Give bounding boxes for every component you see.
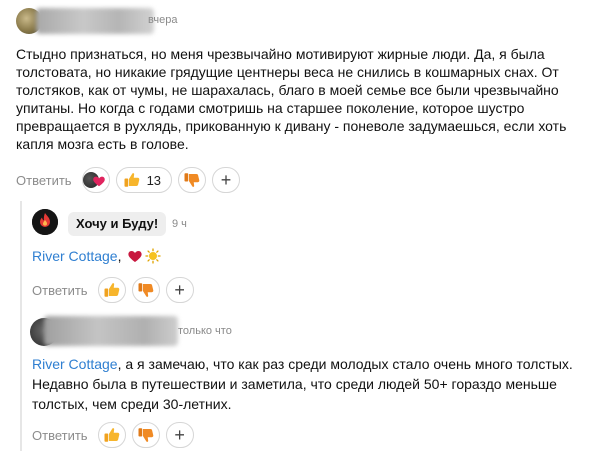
- heart-icon: [92, 176, 105, 187]
- mention-link[interactable]: River Cottage: [32, 356, 118, 372]
- thumbs-up-icon: [104, 283, 119, 297]
- sun-icon: [145, 248, 162, 264]
- comment-time: только что: [178, 325, 232, 337]
- reply-button[interactable]: Ответить: [16, 173, 72, 188]
- thumbs-down-icon: [184, 173, 200, 187]
- plus-icon: +: [220, 170, 232, 190]
- comment-time: 9 ч: [172, 218, 187, 230]
- add-reaction-button[interactable]: +: [165, 422, 194, 448]
- heart-icon: [128, 251, 143, 262]
- thread-line: [20, 201, 22, 451]
- avatar[interactable]: [32, 209, 58, 235]
- like-button[interactable]: 13: [115, 167, 173, 193]
- plus-icon: +: [174, 280, 185, 300]
- plus-icon: +: [174, 425, 185, 445]
- author-name-redacted: [44, 316, 178, 346]
- reaction-stack: [82, 170, 109, 190]
- comment-text: River Cottage ,: [32, 247, 162, 265]
- thumbs-down-icon: [138, 428, 153, 442]
- comment-actions: Ответить +: [32, 276, 200, 304]
- comment-text: Стыдно признаться, но меня чрезвычайно м…: [16, 46, 567, 152]
- text-after-mention: ,: [117, 248, 122, 264]
- avatar-flame-icon: [32, 209, 58, 235]
- add-reaction-button[interactable]: +: [212, 167, 241, 193]
- comment-time: вчера: [148, 14, 178, 26]
- dislike-button[interactable]: [131, 422, 160, 448]
- add-reaction-button[interactable]: +: [165, 277, 194, 303]
- reactions-summary[interactable]: [81, 167, 110, 193]
- mention-link[interactable]: River Cottage: [32, 247, 118, 265]
- reply-button[interactable]: Ответить: [32, 283, 88, 298]
- thumbs-up-icon: [124, 173, 139, 187]
- author-name[interactable]: Хочу и Буду!: [68, 212, 167, 236]
- comment-actions: Ответить +: [32, 421, 200, 449]
- thumbs-up-icon: [104, 428, 119, 442]
- dislike-button[interactable]: [178, 167, 207, 193]
- like-button[interactable]: [97, 422, 126, 448]
- like-count: 13: [146, 172, 162, 188]
- comment-actions: Ответить 13 +: [16, 166, 246, 194]
- reply-button[interactable]: Ответить: [32, 428, 88, 443]
- author-name-redacted: [36, 8, 154, 34]
- comment-text: River Cottage, а я замечаю, что как раз …: [32, 354, 592, 414]
- comments-page: вчера Стыдно признаться, но меня чрезвыч…: [0, 0, 606, 451]
- like-button[interactable]: [97, 277, 126, 303]
- thumbs-down-icon: [138, 283, 153, 297]
- dislike-button[interactable]: [131, 277, 160, 303]
